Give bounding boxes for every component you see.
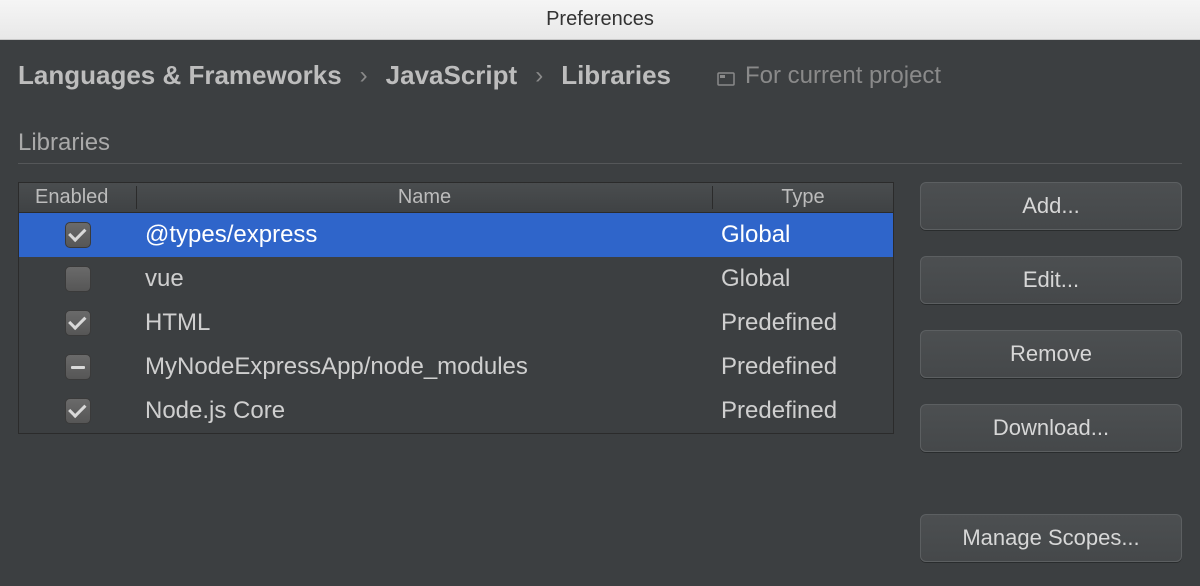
name-cell: vue [137,265,713,293]
table-body: @types/expressGlobalvueGlobalHTMLPredefi… [19,213,893,433]
button-gap [920,478,1182,488]
type-cell: Global [713,221,893,249]
current-project-icon [717,67,735,85]
window-title: Preferences [546,8,654,31]
col-header-type[interactable]: Type [713,186,893,209]
col-header-enabled[interactable]: Enabled [19,186,137,209]
enabled-checkbox[interactable] [65,354,91,380]
col-header-name[interactable]: Name [137,186,713,209]
name-cell: Node.js Core [137,397,713,425]
side-buttons: Add... Edit... Remove Download... Manage… [920,182,1182,562]
remove-button[interactable]: Remove [920,330,1182,378]
window-titlebar: Preferences [0,0,1200,40]
breadcrumb-javascript[interactable]: JavaScript [386,60,518,91]
edit-button[interactable]: Edit... [920,256,1182,304]
enabled-cell [19,398,137,424]
scope-indicator: For current project [717,62,941,90]
breadcrumb: Languages & Frameworks › JavaScript › Li… [18,60,1182,91]
enabled-checkbox[interactable] [65,222,91,248]
type-cell: Predefined [713,397,893,425]
type-cell: Predefined [713,309,893,337]
name-cell: MyNodeExpressApp/node_modules [137,353,713,381]
enabled-cell [19,310,137,336]
table-row[interactable]: Node.js CorePredefined [19,389,893,433]
enabled-cell [19,222,137,248]
manage-scopes-button[interactable]: Manage Scopes... [920,514,1182,562]
table-row[interactable]: vueGlobal [19,257,893,301]
breadcrumb-libraries: Libraries [561,60,671,91]
chevron-right-icon: › [360,62,368,90]
enabled-checkbox[interactable] [65,398,91,424]
scope-label: For current project [745,62,941,90]
name-cell: HTML [137,309,713,337]
table-header: Enabled Name Type [19,183,893,213]
table-row[interactable]: HTMLPredefined [19,301,893,345]
breadcrumb-root[interactable]: Languages & Frameworks [18,60,342,91]
type-cell: Predefined [713,353,893,381]
type-cell: Global [713,265,893,293]
section-label: Libraries [18,129,1182,157]
enabled-cell [19,354,137,380]
enabled-checkbox[interactable] [65,266,91,292]
chevron-right-icon: › [535,62,543,90]
table-row[interactable]: MyNodeExpressApp/node_modulesPredefined [19,345,893,389]
section-rule [18,163,1182,164]
download-button[interactable]: Download... [920,404,1182,452]
enabled-cell [19,266,137,292]
table-row[interactable]: @types/expressGlobal [19,213,893,257]
name-cell: @types/express [137,221,713,249]
enabled-checkbox[interactable] [65,310,91,336]
add-button[interactable]: Add... [920,182,1182,230]
libraries-table: Enabled Name Type @types/expressGlobalvu… [18,182,894,434]
content-area: Languages & Frameworks › JavaScript › Li… [0,40,1200,562]
